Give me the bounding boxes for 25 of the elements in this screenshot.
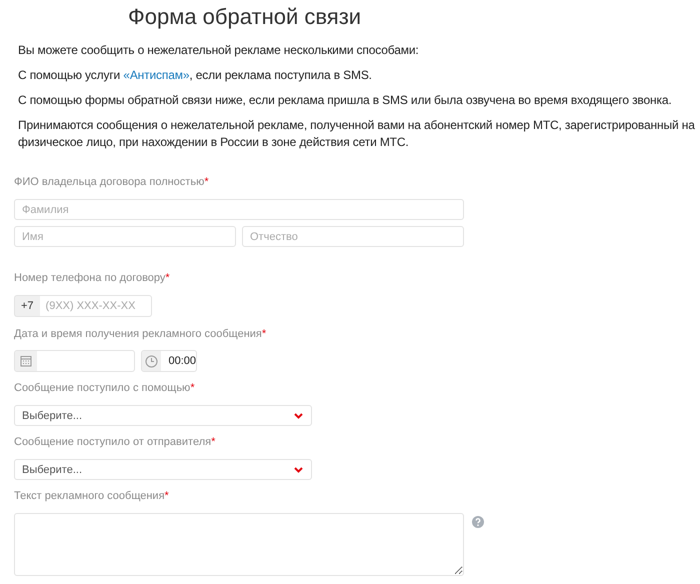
dropdown[interactable]: Выберите...	[14, 459, 312, 480]
field-label: Сообщение поступило от отправителя*	[14, 435, 216, 449]
surname-field[interactable]: Фамилия	[14, 199, 464, 220]
message-textarea[interactable]	[14, 513, 464, 576]
page-title: Форма обратной связи	[128, 4, 362, 30]
clock-icon	[145, 354, 158, 368]
date-field[interactable]	[14, 350, 135, 372]
field-label: Сообщение поступило с помощью*	[14, 381, 196, 395]
help-icon[interactable]	[472, 516, 484, 528]
paragraph: С помощью формы обратной связи ниже, если реклама пришла в SMS или была озвучена во время входящего звонка.	[18, 92, 673, 109]
field-label: Номер телефона по договору*	[14, 271, 171, 285]
calendar-icon	[20, 355, 32, 367]
paragraph: С помощью услуги «Антиспам», если реклама поступила в SMS.	[18, 67, 373, 84]
time-field[interactable]: 00:00	[141, 350, 197, 372]
chevron-down-icon	[294, 412, 303, 418]
field-label: ФИО владельца договора полностью*	[14, 175, 210, 189]
dropdown[interactable]: Выберите...	[14, 405, 312, 426]
paragraph: Принимаются сообщения о нежелательной рекламе, полученной вами на абонентский номер МТС, зарегистрированный на физическое лицо, при нахождении в России в зоне действия сети МТС.	[18, 117, 696, 151]
paragraph: Вы можете сообщить о нежелательной рекламе несколькими способами:	[18, 42, 420, 59]
first-name-field[interactable]: Имя	[14, 226, 236, 247]
patronymic-field[interactable]: Отчество	[242, 226, 464, 247]
field-label: Дата и время получения рекламного сообщения*	[14, 327, 268, 341]
field-label: Текст рекламного сообщения*	[14, 489, 170, 503]
antispam-link[interactable]: «Антиспам»	[123, 68, 190, 82]
chevron-down-icon	[294, 466, 303, 472]
